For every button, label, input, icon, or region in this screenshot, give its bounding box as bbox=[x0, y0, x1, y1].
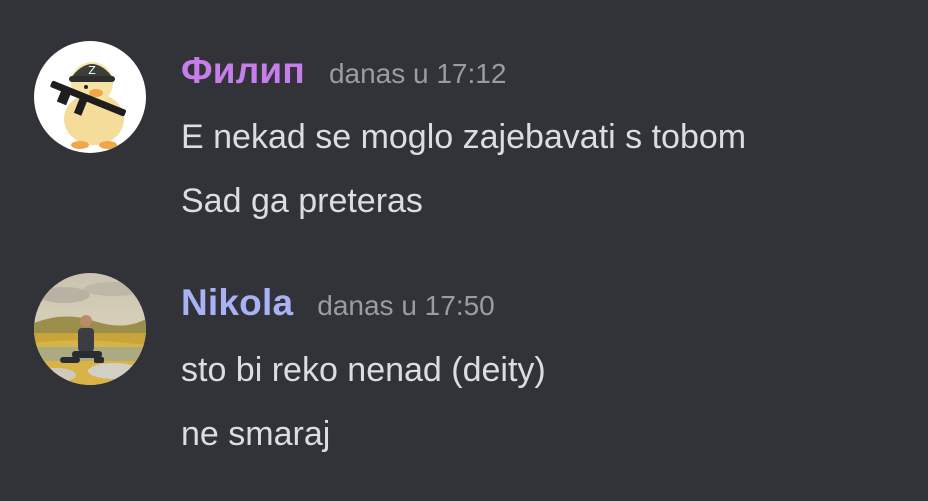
chat-message-list: Z Филип danas u 17:12 E nekad se moglo z… bbox=[0, 0, 928, 501]
landscape-photo-avatar-icon bbox=[34, 273, 146, 385]
message-text: ne smaraj bbox=[181, 415, 331, 453]
svg-text:Z: Z bbox=[88, 64, 96, 77]
message-header: Nikola danas u 17:50 bbox=[181, 282, 495, 324]
duck-with-rifle-avatar-icon: Z bbox=[34, 41, 146, 153]
timestamp[interactable]: danas u 17:12 bbox=[329, 58, 507, 90]
message-text: sto bi reko nenad (deity) bbox=[181, 351, 546, 389]
avatar[interactable]: Z bbox=[34, 41, 146, 153]
message-header: Филип danas u 17:12 bbox=[181, 50, 506, 92]
message-text: Sad ga preteras bbox=[181, 182, 423, 220]
username[interactable]: Nikola bbox=[181, 282, 293, 324]
message-text: E nekad se moglo zajebavati s tobom bbox=[181, 118, 747, 156]
avatar[interactable] bbox=[34, 273, 146, 385]
username[interactable]: Филип bbox=[181, 50, 305, 92]
timestamp[interactable]: danas u 17:50 bbox=[317, 290, 495, 322]
